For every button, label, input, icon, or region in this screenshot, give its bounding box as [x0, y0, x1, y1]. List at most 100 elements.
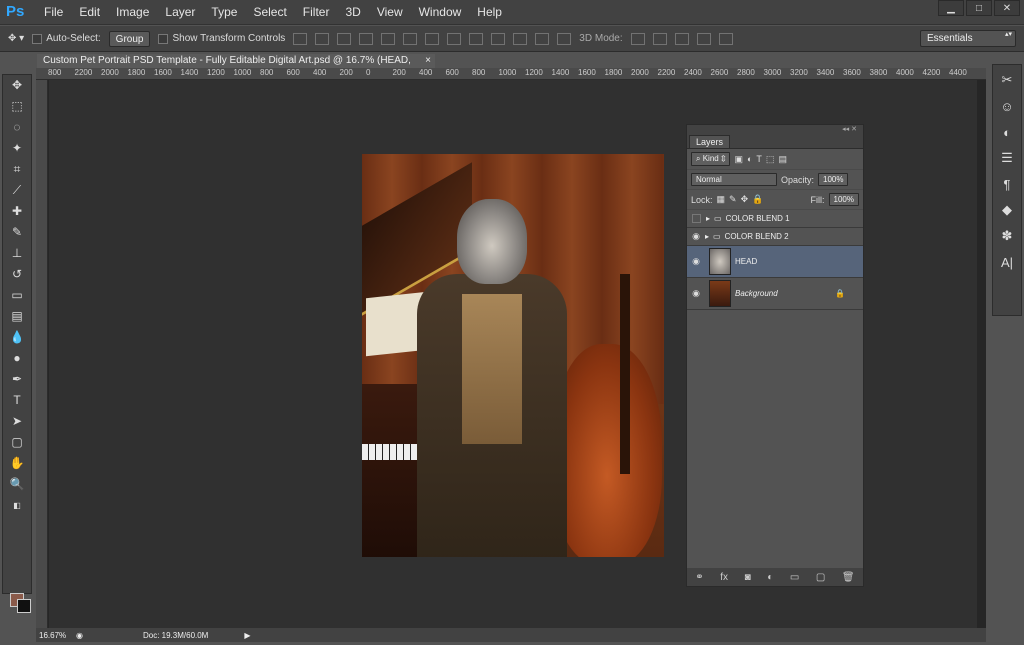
3d-pan-icon[interactable]	[674, 32, 689, 45]
visibility-toggle[interactable]	[692, 214, 701, 223]
type-tool-icon[interactable]: T	[3, 390, 31, 410]
3d-rotate-icon[interactable]	[630, 32, 645, 45]
3d-roll-icon[interactable]	[652, 32, 667, 45]
eyedropper-tool-icon[interactable]: ⟋	[3, 180, 31, 200]
crop-tool-icon[interactable]: ⌗	[3, 159, 31, 179]
panel-collapse-controls[interactable]: ◂◂ ✕	[687, 125, 863, 135]
character-icon[interactable]: A|	[993, 251, 1021, 273]
show-transform-checkbox[interactable]	[158, 33, 169, 44]
lock-transparent-icon[interactable]: ▦	[717, 194, 726, 205]
new-layer-icon[interactable]: ▢	[816, 572, 825, 583]
layer-color-blend-1[interactable]: ▸ ▭ COLOR BLEND 1	[687, 210, 863, 228]
menu-select[interactable]: Select	[245, 0, 294, 25]
adjustments-icon[interactable]: ☰	[993, 147, 1021, 169]
fill-input[interactable]: 100%	[828, 193, 859, 206]
filter-pixel-icon[interactable]: ▣	[734, 154, 743, 165]
zoom-tool-icon[interactable]: 🔍	[3, 474, 31, 494]
distribute-right-icon[interactable]	[535, 32, 550, 45]
menu-filter[interactable]: Filter	[295, 0, 338, 25]
menu-view[interactable]: View	[369, 0, 411, 25]
3d-scale-icon[interactable]	[718, 32, 733, 45]
menu-type[interactable]: Type	[203, 0, 245, 25]
path-selection-tool-icon[interactable]: ➤	[3, 411, 31, 431]
menu-help[interactable]: Help	[469, 0, 510, 25]
filter-shape-icon[interactable]: ⬚	[766, 154, 775, 165]
filter-adjustment-icon[interactable]: ◐	[747, 154, 752, 164]
new-group-icon[interactable]: ▭	[790, 572, 799, 583]
menu-file[interactable]: File	[36, 0, 71, 25]
hand-tool-icon[interactable]: ✋	[3, 453, 31, 473]
distribute-top-icon[interactable]	[425, 32, 440, 45]
layer-mask-icon[interactable]: ◙	[745, 572, 751, 583]
blend-mode-dropdown[interactable]: Normal	[691, 173, 777, 186]
eraser-tool-icon[interactable]: ▭	[3, 285, 31, 305]
clone-stamp-tool-icon[interactable]: ⊥	[3, 243, 31, 263]
lasso-tool-icon[interactable]: ◌	[3, 117, 31, 137]
brush-tool-icon[interactable]: ✎	[3, 222, 31, 242]
eye-icon[interactable]: ◉	[687, 256, 705, 267]
marquee-tool-icon[interactable]: ⬚	[3, 96, 31, 116]
align-left-icon[interactable]	[359, 32, 374, 45]
brush-presets-icon[interactable]: ☺	[993, 95, 1021, 117]
pet-portrait-artwork[interactable]	[362, 154, 664, 557]
document-tab[interactable]: Custom Pet Portrait PSD Template - Fully…	[37, 54, 435, 80]
color-icon[interactable]: ◐	[993, 121, 1021, 143]
actions-icon[interactable]: ✽	[993, 225, 1021, 247]
filter-kind-dropdown[interactable]: ⌕ Kind ⇕	[691, 152, 731, 166]
menu-window[interactable]: Window	[411, 0, 470, 25]
lock-image-icon[interactable]: ✎	[729, 194, 737, 205]
background-color-swatch[interactable]	[17, 599, 31, 613]
menu-layer[interactable]: Layer	[157, 0, 203, 25]
menu-3d[interactable]: 3D	[337, 0, 368, 25]
auto-select-dropdown[interactable]: Group	[108, 30, 151, 47]
auto-select-checkbox[interactable]	[32, 33, 43, 44]
align-center-icon[interactable]	[381, 32, 396, 45]
minimize-icon[interactable]: ▁	[938, 0, 964, 16]
layer-background[interactable]: ◉ Background 🔒	[687, 278, 863, 310]
paragraph-icon[interactable]: ¶	[993, 173, 1021, 195]
filter-smart-object-icon[interactable]: ▤	[778, 154, 787, 165]
auto-align-icon[interactable]	[557, 32, 572, 45]
gradient-tool-icon[interactable]: ▤	[3, 306, 31, 326]
menu-image[interactable]: Image	[108, 0, 157, 25]
status-menu-arrow-icon[interactable]: ▶	[244, 631, 250, 640]
blur-tool-icon[interactable]: 💧	[3, 327, 31, 347]
move-tool-icon[interactable]: ✥	[3, 75, 31, 95]
adjustment-layer-icon[interactable]: ◐	[767, 572, 773, 583]
distribute-center-icon[interactable]	[513, 32, 528, 45]
eye-icon[interactable]: ◉	[687, 288, 705, 299]
distribute-left-icon[interactable]	[491, 32, 506, 45]
move-tool-icon[interactable]: ✥ ▾	[8, 33, 24, 44]
delete-layer-icon[interactable]: 🗑	[842, 572, 855, 583]
distribute-middle-icon[interactable]	[447, 32, 462, 45]
align-right-icon[interactable]	[403, 32, 418, 45]
magic-wand-tool-icon[interactable]: ✦	[3, 138, 31, 158]
opacity-input[interactable]: 100%	[818, 173, 849, 186]
layer-head[interactable]: ◉ HEAD	[687, 246, 863, 278]
align-top-icon[interactable]	[293, 32, 308, 45]
lock-position-icon[interactable]: ✥	[741, 194, 749, 205]
status-icon[interactable]: ◉	[76, 631, 83, 640]
link-layers-icon[interactable]: ⚭	[695, 572, 703, 583]
shape-tool-icon[interactable]: ▢	[3, 432, 31, 452]
tools-icon[interactable]: ✂	[993, 69, 1021, 91]
layer-style-icon[interactable]: fx	[720, 572, 728, 583]
menu-edit[interactable]: Edit	[71, 0, 108, 25]
document-close-icon[interactable]: ×	[425, 54, 431, 68]
eye-icon[interactable]: ◉	[687, 231, 705, 242]
align-bottom-icon[interactable]	[337, 32, 352, 45]
maximize-icon[interactable]: □	[966, 0, 992, 16]
filter-type-icon[interactable]: T	[756, 154, 762, 164]
lock-all-icon[interactable]: 🔒	[752, 194, 763, 205]
distribute-bottom-icon[interactable]	[469, 32, 484, 45]
default-colors-icon[interactable]: ◧	[3, 495, 31, 515]
history-brush-tool-icon[interactable]: ↺	[3, 264, 31, 284]
healing-brush-tool-icon[interactable]: ✚	[3, 201, 31, 221]
expand-arrow-icon[interactable]: ▸	[705, 232, 709, 241]
workspace-dropdown[interactable]: Essentials	[920, 30, 1016, 47]
3d-icon[interactable]: ◆	[993, 199, 1021, 221]
tab-layers[interactable]: Layers	[689, 135, 731, 148]
expand-arrow-icon[interactable]: ▸	[706, 214, 710, 223]
zoom-level[interactable]: 16.67%	[36, 631, 68, 640]
pen-tool-icon[interactable]: ✒	[3, 369, 31, 389]
